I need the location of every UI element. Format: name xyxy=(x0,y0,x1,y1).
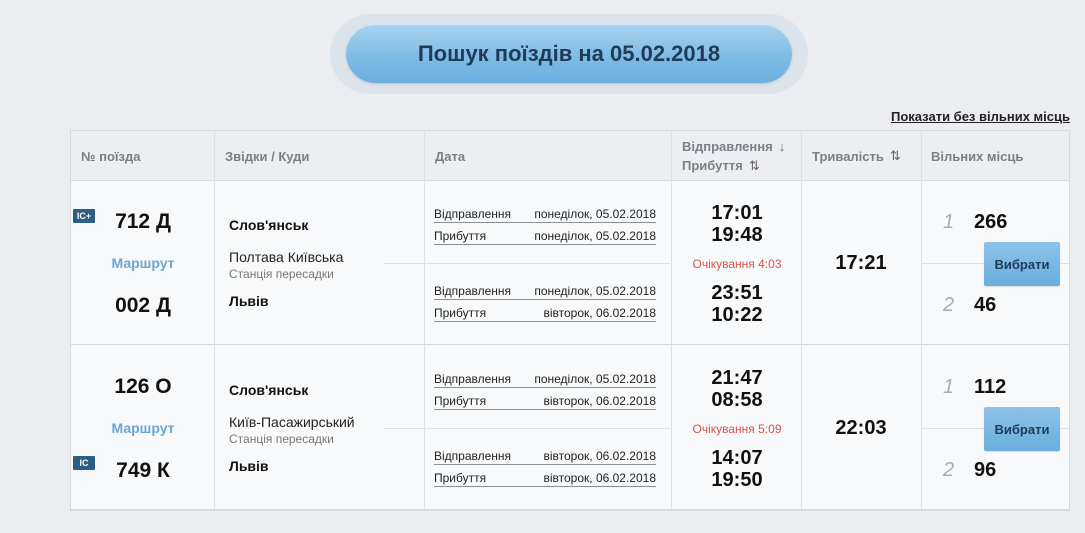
wait-time: Очікування 5:09 xyxy=(692,422,782,436)
transfer-station: Київ-Пасажирський xyxy=(229,414,355,430)
train-number: 749 К xyxy=(116,459,170,482)
leg2-arrival-time: 10:22 xyxy=(711,304,763,326)
table-header: № поїзда Звідки / Куди Дата Відправлення… xyxy=(71,131,1069,181)
seats-count: 266 xyxy=(974,211,1008,233)
column-divider xyxy=(214,131,215,510)
seats-count: 46 xyxy=(974,294,997,316)
trip-duration: 22:03 xyxy=(835,417,887,439)
column-divider xyxy=(921,131,922,510)
leg1-arrival-time: 08:58 xyxy=(711,389,763,411)
table-row: IC+ 712 Д Маршрут 002 Д Слов'янськ Полта… xyxy=(71,181,1069,345)
class-number: 2 xyxy=(943,459,955,481)
column-divider xyxy=(801,131,802,510)
train-number: 002 Д xyxy=(115,294,171,317)
transfer-station-label: Станція пересадки xyxy=(229,267,334,281)
leg2-departure-time: 23:51 xyxy=(711,282,763,304)
train-number: 126 О xyxy=(114,375,172,398)
leg1-departure-time: 21:47 xyxy=(711,367,763,389)
column-divider xyxy=(424,131,425,510)
leg1-arrival-date: Прибуття вівторок, 06.02.2018 xyxy=(434,394,656,410)
from-station: Слов'янськ xyxy=(229,217,309,233)
train-number: 712 Д xyxy=(115,210,171,233)
to-station: Львів xyxy=(229,458,269,474)
sort-down-icon[interactable]: ↓ xyxy=(779,139,786,154)
route-link[interactable]: Маршрут xyxy=(71,420,215,436)
leg1-departure-time: 17:01 xyxy=(711,202,763,224)
leg2-arrival-time: 19:50 xyxy=(711,469,763,491)
trip-duration: 17:21 xyxy=(835,252,887,274)
col-from-to: Звідки / Куди xyxy=(225,148,310,164)
leg2-arrival-date: Прибуття вівторок, 06.02.2018 xyxy=(434,306,656,322)
seats-count: 96 xyxy=(974,459,997,481)
class-number: 1 xyxy=(943,376,955,398)
col-duration[interactable]: Тривалість ⇅ xyxy=(812,131,901,181)
class-number: 2 xyxy=(943,294,955,316)
to-station: Львів xyxy=(229,293,269,309)
seats-count: 112 xyxy=(974,376,1007,398)
sort-both-icon[interactable]: ⇅ xyxy=(749,158,760,174)
from-station: Слов'янськ xyxy=(229,382,309,398)
leg2-departure-time: 14:07 xyxy=(711,447,763,469)
table-row: 126 О Маршрут IC 749 К Слов'янськ Київ-П… xyxy=(71,346,1069,510)
leg-divider xyxy=(384,263,670,264)
column-divider xyxy=(671,131,672,510)
transfer-station-label: Станція пересадки xyxy=(229,432,334,446)
leg1-departure-date: Відправлення понеділок, 05.02.2018 xyxy=(434,207,656,223)
choose-button[interactable]: Вибрати xyxy=(984,242,1060,286)
leg1-departure-date: Відправлення понеділок, 05.02.2018 xyxy=(434,372,656,388)
wait-time: Очікування 4:03 xyxy=(692,257,782,271)
search-trains-button[interactable]: Пошук поїздів на 05.02.2018 xyxy=(346,24,792,83)
col-free-seats: Вільних місць xyxy=(931,148,1024,164)
class-number: 1 xyxy=(943,211,955,233)
col-date: Дата xyxy=(435,148,466,164)
leg2-arrival-date: Прибуття вівторок, 06.02.2018 xyxy=(434,471,656,487)
choose-button[interactable]: Вибрати xyxy=(984,407,1060,451)
transfer-station: Полтава Київська xyxy=(229,249,344,265)
leg2-departure-date: Відправлення понеділок, 05.02.2018 xyxy=(434,284,656,300)
leg2-departure-date: Відправлення вівторок, 06.02.2018 xyxy=(434,449,656,465)
leg1-arrival-date: Прибуття понеділок, 05.02.2018 xyxy=(434,229,656,245)
leg1-arrival-time: 19:48 xyxy=(711,224,763,246)
show-without-seats-link[interactable]: Показати без вільних місць xyxy=(891,109,1070,124)
results-table: № поїзда Звідки / Куди Дата Відправлення… xyxy=(70,130,1070,511)
leg-divider xyxy=(384,428,670,429)
col-departure-arrival[interactable]: Відправлення ↓ Прибуття ⇅ xyxy=(682,131,785,181)
sort-both-icon[interactable]: ⇅ xyxy=(890,148,901,164)
route-link[interactable]: Маршрут xyxy=(71,255,215,271)
col-train-no: № поїзда xyxy=(81,148,141,164)
